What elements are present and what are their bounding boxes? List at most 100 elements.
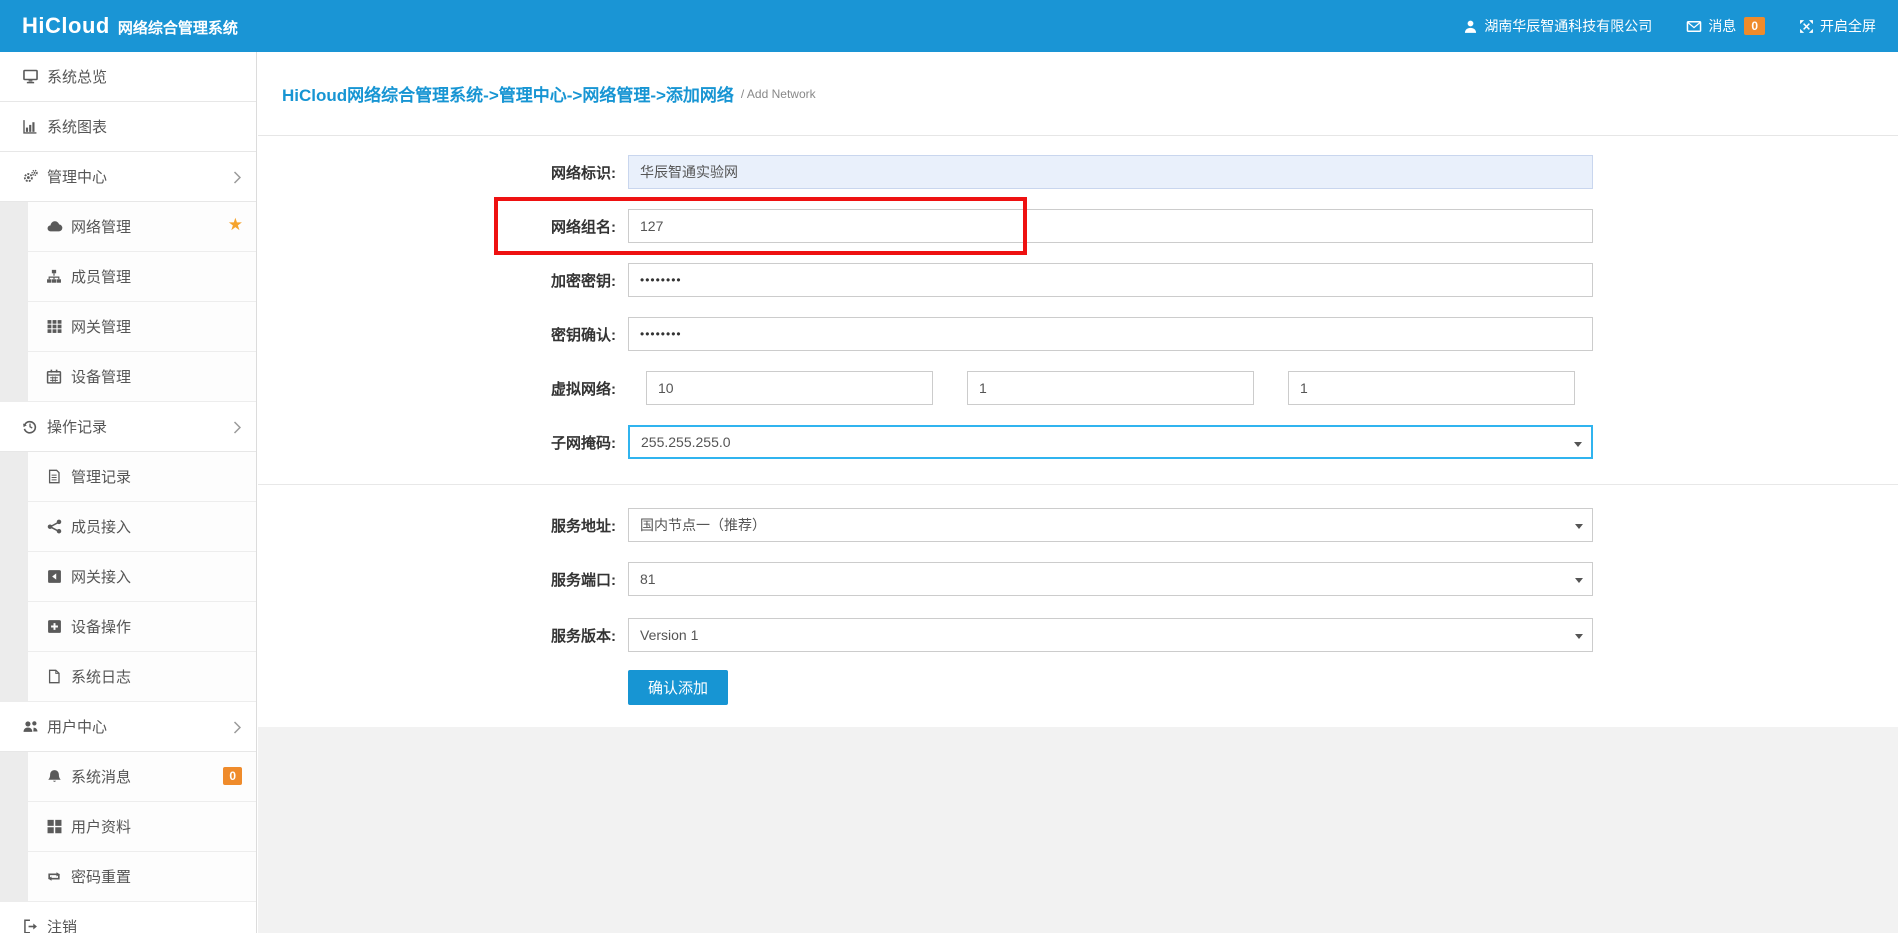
th-large-icon: [45, 819, 63, 834]
sitemap-icon: [45, 269, 63, 284]
sidebar-item-system-logs[interactable]: 系统日志: [28, 652, 256, 702]
key-confirm-label: 密钥确认:: [258, 324, 616, 345]
envelope-icon: [1686, 19, 1702, 34]
encryption-key-input[interactable]: [628, 263, 1593, 297]
server-version-label: 服务版本:: [258, 625, 616, 646]
sidebar-item-gateway-access[interactable]: 网关接入: [28, 552, 256, 602]
add-network-form: 网络标识: 网络组名: 加密密钥: 密钥确认: 虚拟网络: 子网掩码:: [258, 136, 1898, 705]
user-submenu: 系统消息 0 用户资料 密码重置: [0, 752, 256, 902]
star-icon: ★: [228, 215, 243, 235]
subnet-mask-select[interactable]: 255.255.255.0: [628, 425, 1593, 459]
messages-count-badge: 0: [223, 767, 242, 785]
section-divider: [258, 484, 1898, 485]
key-confirm-input[interactable]: [628, 317, 1593, 351]
caret-down-icon: [1575, 524, 1583, 529]
sidebar-item-operation-records[interactable]: 操作记录: [0, 402, 256, 452]
sidebar-item-management-center[interactable]: 管理中心: [0, 152, 256, 202]
sidebar-item-network-management[interactable]: 网络管理 ★: [28, 202, 256, 252]
server-port-label: 服务端口:: [258, 569, 616, 590]
sidebar-item-member-management[interactable]: 成员管理: [28, 252, 256, 302]
sidebar-item-device-management[interactable]: 设备管理: [28, 352, 256, 402]
confirm-add-button[interactable]: 确认添加: [628, 670, 728, 705]
users-icon: [21, 719, 39, 734]
sidebar-item-label: 成员管理: [71, 266, 131, 287]
sidebar-item-label: 操作记录: [47, 416, 107, 437]
sidebar-item-system-messages[interactable]: 系统消息 0: [28, 752, 256, 802]
fullscreen-label: 开启全屏: [1820, 16, 1876, 36]
encryption-key-label: 加密密钥:: [258, 270, 616, 291]
server-address-value: 国内节点一（推荐）: [640, 515, 766, 535]
company-name: 湖南华辰智通科技有限公司: [1484, 16, 1652, 36]
network-id-label: 网络标识:: [258, 162, 616, 183]
messages-count-badge: 0: [1744, 17, 1765, 35]
caret-down-icon: [1575, 578, 1583, 583]
sidebar-item-label: 用户资料: [71, 816, 131, 837]
top-bar: HiCloud 网络综合管理系统 湖南华辰智通科技有限公司 消息 0 开启全屏: [0, 0, 1898, 52]
sidebar-item-label: 管理中心: [47, 166, 107, 187]
sidebar-item-label: 管理记录: [71, 466, 131, 487]
breadcrumb-suffix: / Add Network: [741, 87, 816, 101]
sidebar-item-device-operations[interactable]: 设备操作: [28, 602, 256, 652]
fullscreen-icon: [1799, 19, 1814, 34]
retweet-icon: [45, 869, 63, 884]
server-port-value: 81: [640, 571, 656, 587]
subnet-mask-value: 255.255.255.0: [641, 434, 731, 450]
sidebar-item-management-records[interactable]: 管理记录: [28, 452, 256, 502]
brand-subtitle: 网络综合管理系统: [118, 17, 238, 38]
network-group-name-input[interactable]: [628, 209, 1593, 243]
server-version-value: Version 1: [640, 627, 698, 643]
file-icon: [45, 669, 63, 684]
sidebar-item-logout[interactable]: 注销: [0, 902, 256, 933]
sidebar-item-system-charts[interactable]: 系统图表: [0, 102, 256, 152]
breadcrumb-path[interactable]: HiCloud网络综合管理系统->管理中心->网络管理->添加网络: [282, 81, 734, 106]
virtual-network-octet-1[interactable]: [646, 371, 933, 405]
caret-square-left-icon: [45, 569, 63, 584]
messages-label: 消息: [1708, 16, 1736, 36]
fullscreen-button[interactable]: 开启全屏: [1799, 16, 1876, 36]
caret-down-icon: [1575, 634, 1583, 639]
gears-icon: [21, 169, 39, 184]
sidebar-item-label: 注销: [47, 916, 77, 933]
plus-square-icon: [45, 619, 63, 634]
desktop-icon: [21, 69, 39, 84]
calendar-icon: [45, 369, 63, 384]
sidebar-item-password-reset[interactable]: 密码重置: [28, 852, 256, 902]
server-port-select[interactable]: 81: [628, 562, 1593, 596]
cloud-icon: [45, 219, 63, 234]
sidebar-item-label: 系统消息: [71, 766, 131, 787]
file-text-icon: [45, 469, 63, 484]
virtual-network-label: 虚拟网络:: [258, 378, 616, 399]
sidebar-item-gateway-management[interactable]: 网关管理: [28, 302, 256, 352]
brand-name: HiCloud: [22, 13, 110, 39]
sidebar-item-label: 系统总览: [47, 66, 107, 87]
chevron-right-icon: [233, 721, 241, 738]
network-id-input[interactable]: [628, 155, 1593, 189]
sidebar-item-system-overview[interactable]: 系统总览: [0, 52, 256, 102]
server-address-label: 服务地址:: [258, 515, 616, 536]
account-menu[interactable]: 湖南华辰智通科技有限公司: [1463, 16, 1652, 36]
share-icon: [45, 519, 63, 534]
sidebar: 系统总览 系统图表 管理中心 网络管理 ★ 成员管理: [0, 52, 257, 933]
subnet-mask-label: 子网掩码:: [258, 432, 616, 453]
sidebar-item-label: 成员接入: [71, 516, 131, 537]
messages-button[interactable]: 消息 0: [1686, 16, 1765, 36]
sidebar-item-member-access[interactable]: 成员接入: [28, 502, 256, 552]
virtual-network-octet-3[interactable]: [1288, 371, 1575, 405]
management-submenu: 网络管理 ★ 成员管理 网关管理 设备管理: [0, 202, 256, 402]
breadcrumb: HiCloud网络综合管理系统->管理中心->网络管理->添加网络 / Add …: [258, 52, 1898, 136]
bar-chart-icon: [21, 119, 39, 134]
app-logo[interactable]: HiCloud 网络综合管理系统: [22, 13, 238, 39]
server-address-select[interactable]: 国内节点一（推荐）: [628, 508, 1593, 542]
sidebar-item-label: 系统图表: [47, 116, 107, 137]
sidebar-item-user-profile[interactable]: 用户资料: [28, 802, 256, 852]
sidebar-item-label: 系统日志: [71, 666, 131, 687]
sidebar-item-label: 网关接入: [71, 566, 131, 587]
virtual-network-octet-2[interactable]: [967, 371, 1254, 405]
chevron-right-icon: [233, 171, 241, 188]
network-group-name-label: 网络组名:: [258, 216, 616, 237]
page-background: [258, 727, 1898, 933]
sidebar-item-label: 设备管理: [71, 366, 131, 387]
sidebar-item-label: 网络管理: [71, 216, 131, 237]
server-version-select[interactable]: Version 1: [628, 618, 1593, 652]
sidebar-item-user-center[interactable]: 用户中心: [0, 702, 256, 752]
